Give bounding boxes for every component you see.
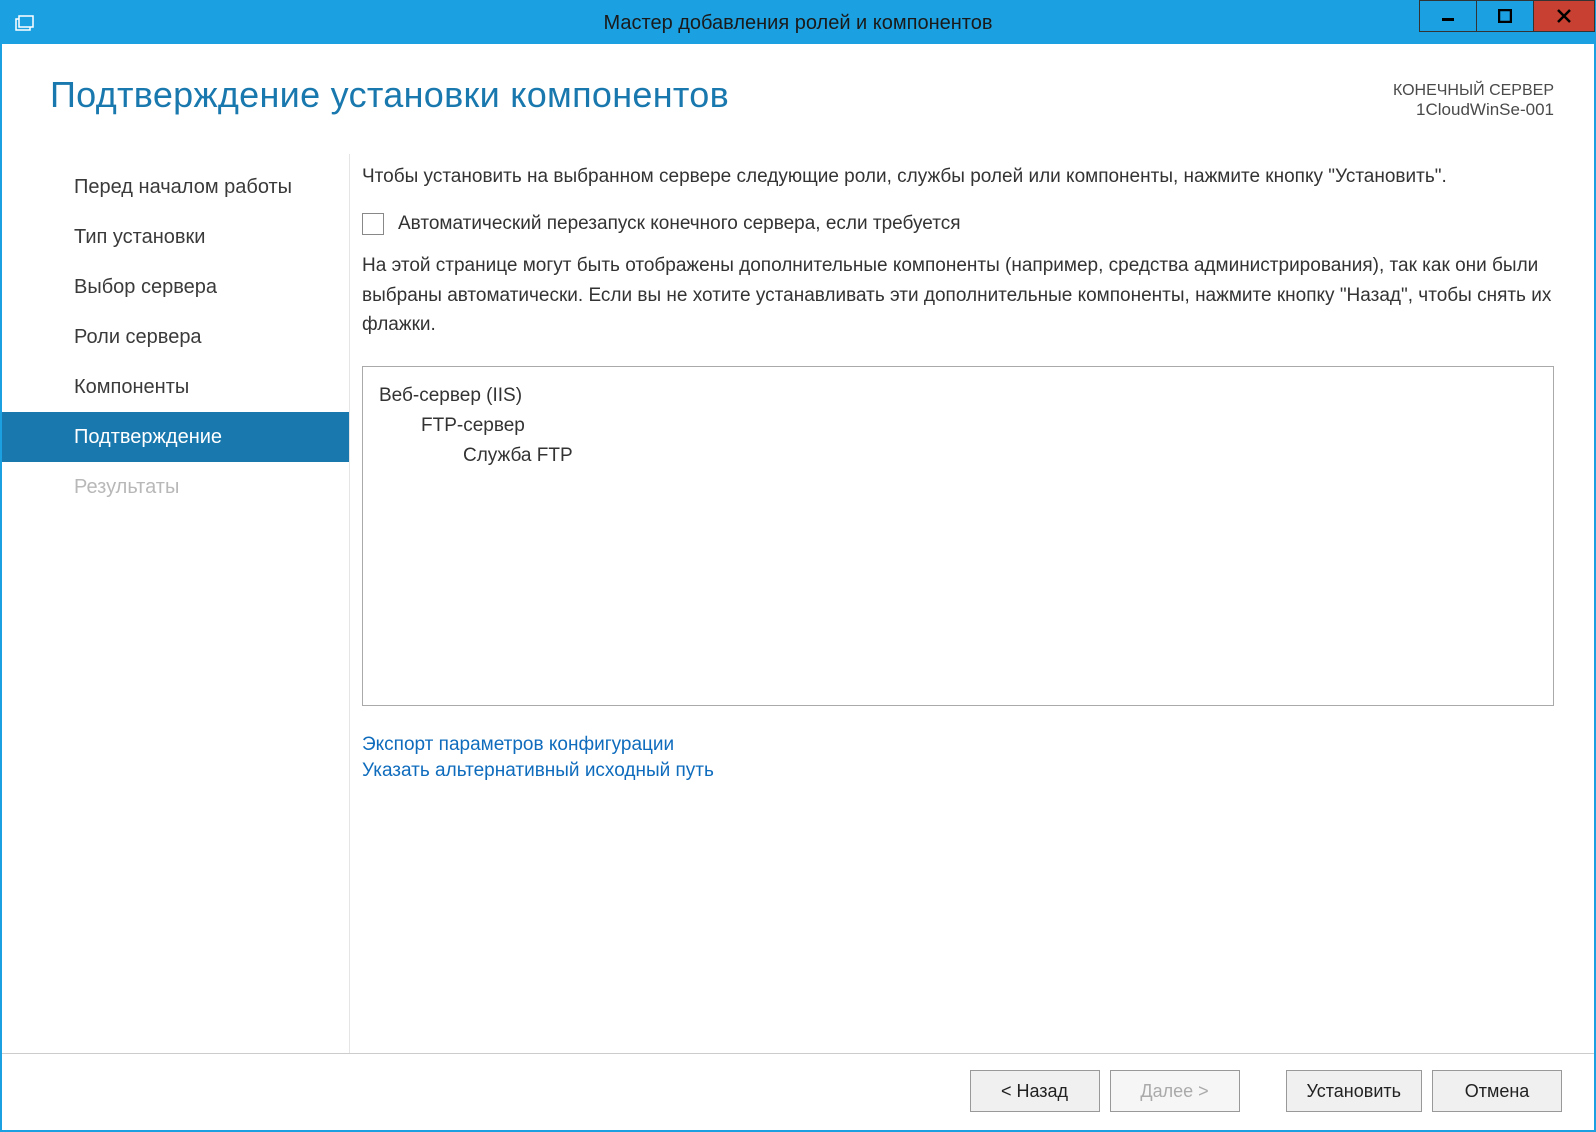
auto-restart-label: Автоматический перезапуск конечного серв… xyxy=(398,213,960,235)
note-text: На этой странице могут быть отображены д… xyxy=(362,251,1554,339)
sidebar-item-before-you-begin[interactable]: Перед началом работы xyxy=(2,162,349,212)
tree-item-iis: Веб-сервер (IIS) xyxy=(379,381,1537,411)
body: Перед началом работы Тип установки Выбор… xyxy=(2,130,1594,1053)
sidebar-item-server-roles[interactable]: Роли сервера xyxy=(2,312,349,362)
window-title: Мастер добавления ролей и компонентов xyxy=(604,12,993,35)
alt-source-path-link[interactable]: Указать альтернативный исходный путь xyxy=(362,760,1554,782)
destination-server-label: КОНЕЧНЫЙ СЕРВЕР xyxy=(1393,82,1554,100)
tree-item-ftp-service: Служба FTP xyxy=(379,441,1537,471)
tree-item-ftp-server: FTP-сервер xyxy=(379,411,1537,441)
install-button[interactable]: Установить xyxy=(1286,1070,1422,1112)
auto-restart-checkbox[interactable] xyxy=(362,213,384,235)
sidebar-item-confirmation[interactable]: Подтверждение xyxy=(2,412,349,462)
header: Подтверждение установки компонентов КОНЕ… xyxy=(2,44,1594,130)
window-controls xyxy=(1419,2,1594,44)
sidebar-item-results: Результаты xyxy=(2,462,349,512)
sidebar-item-features[interactable]: Компоненты xyxy=(2,362,349,412)
back-button[interactable]: < Назад xyxy=(970,1070,1100,1112)
app-icon xyxy=(12,11,36,35)
main-content: Чтобы установить на выбранном сервере сл… xyxy=(350,154,1594,1053)
selections-tree[interactable]: Веб-сервер (IIS) FTP-сервер Служба FTP xyxy=(362,366,1554,706)
titlebar: Мастер добавления ролей и компонентов xyxy=(2,2,1594,44)
page-title: Подтверждение установки компонентов xyxy=(50,74,729,116)
destination-server-name: 1CloudWinSe-001 xyxy=(1393,100,1554,120)
footer: < Назад Далее > Установить Отмена xyxy=(2,1053,1594,1130)
sidebar-item-installation-type[interactable]: Тип установки xyxy=(2,212,349,262)
auto-restart-row: Автоматический перезапуск конечного серв… xyxy=(362,213,1554,235)
cancel-button[interactable]: Отмена xyxy=(1432,1070,1562,1112)
close-button[interactable] xyxy=(1533,0,1595,32)
intro-text: Чтобы установить на выбранном сервере сл… xyxy=(362,162,1554,191)
links-area: Экспорт параметров конфигурации Указать … xyxy=(362,734,1554,786)
sidebar: Перед началом работы Тип установки Выбор… xyxy=(2,154,350,1053)
wizard-window: Мастер добавления ролей и компонентов По… xyxy=(0,0,1596,1132)
next-button: Далее > xyxy=(1110,1070,1240,1112)
maximize-button[interactable] xyxy=(1476,0,1534,32)
sidebar-item-server-selection[interactable]: Выбор сервера xyxy=(2,262,349,312)
destination-server-block: КОНЕЧНЫЙ СЕРВЕР 1CloudWinSe-001 xyxy=(1393,74,1554,120)
minimize-button[interactable] xyxy=(1419,0,1477,32)
export-config-link[interactable]: Экспорт параметров конфигурации xyxy=(362,734,1554,756)
